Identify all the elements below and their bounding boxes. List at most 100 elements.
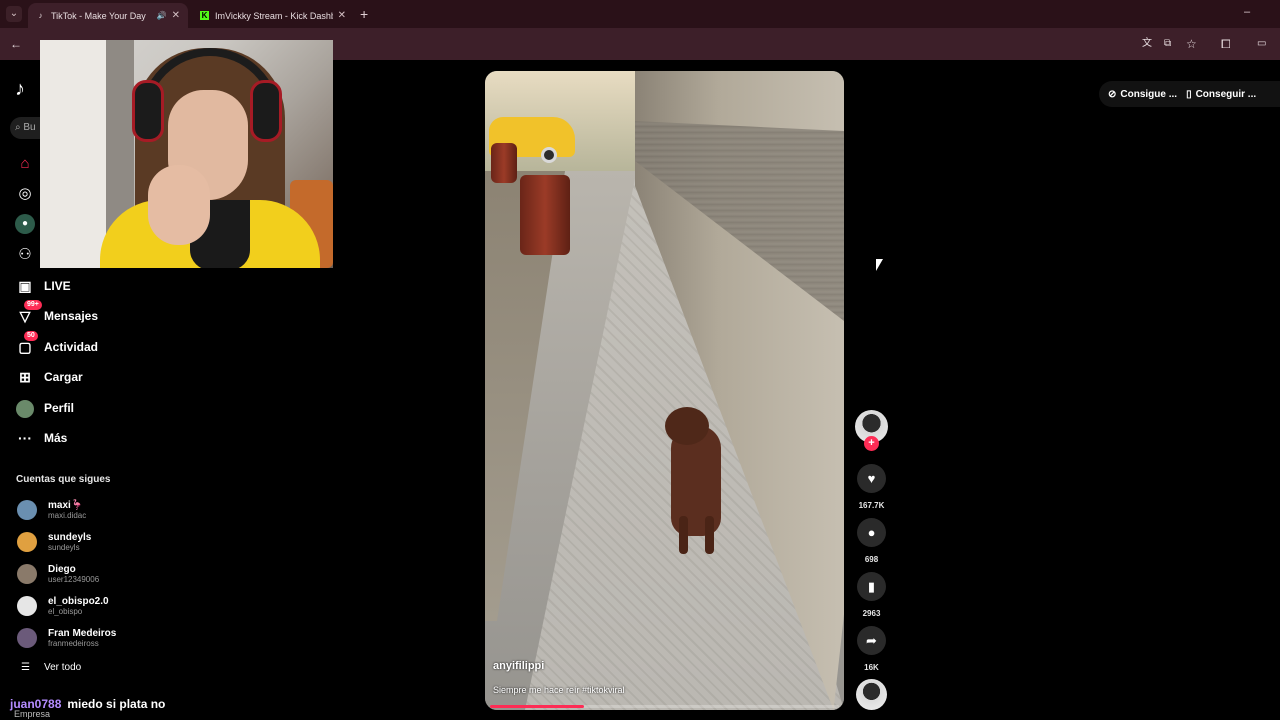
account-name: sundeyls xyxy=(48,531,92,543)
list-icon: ☰ xyxy=(21,662,30,673)
top-right-actions: ⊘ Consigue ... ▯ Conseguir ... xyxy=(1099,81,1280,107)
account-handle: el_obispo xyxy=(48,606,83,616)
home-icon[interactable]: ⌂ xyxy=(15,154,35,174)
mouse-cursor-icon xyxy=(876,259,883,271)
nav-messages[interactable]: ▽ 99+ Mensajes xyxy=(14,300,99,328)
tiktok-logo-icon[interactable]: ♪ xyxy=(15,78,25,101)
coin-icon: ⊘ xyxy=(1108,88,1117,100)
tab-tiktok[interactable]: ♪ TikTok - Make Your Day 🔊 ✕ xyxy=(28,3,188,28)
get-app-label: Conseguir ... xyxy=(1195,88,1257,100)
share-count: 16K xyxy=(864,663,879,672)
account-handle: sundeyls xyxy=(48,542,80,552)
get-coins-button[interactable]: ⊘ Consigue ... xyxy=(1108,89,1177,100)
heart-icon: ♥ xyxy=(867,471,876,486)
account-handle: franmedeiross xyxy=(48,638,99,648)
following-icon[interactable]: ● xyxy=(15,214,35,234)
friends-icon[interactable]: ⚇ xyxy=(15,245,35,265)
install-app-icon[interactable]: ⧉ xyxy=(1164,36,1171,52)
avatar xyxy=(17,564,37,584)
audio-icon[interactable]: 🔊 xyxy=(157,11,167,20)
get-coins-label: Consigue ... xyxy=(1120,88,1178,100)
following-heading: Cuentas que sigues xyxy=(16,474,111,485)
messages-badge: 99+ xyxy=(24,300,42,310)
video-caption: Siempre me hace reír #tiktokviral xyxy=(493,685,625,695)
following-account[interactable]: Diego user12349006 xyxy=(17,561,99,587)
video-progress-bar[interactable] xyxy=(490,705,839,708)
bookmark-star-icon[interactable]: ☆ xyxy=(1186,36,1197,52)
nav-upload[interactable]: ⊞ Cargar xyxy=(14,365,83,389)
like-count: 167.7K xyxy=(858,501,885,510)
chat-text: miedo si plata no xyxy=(67,697,166,711)
phone-icon: ▯ xyxy=(1186,88,1192,100)
live-icon: ▣ xyxy=(18,278,32,294)
nav-label: Mensajes xyxy=(44,309,99,323)
more-icon: ··· xyxy=(18,430,32,446)
back-icon[interactable]: ← xyxy=(10,36,22,52)
chat-subtext: Empresa xyxy=(14,709,51,719)
tab-title: ImVickky Stream - Kick Dashbo xyxy=(215,10,333,21)
minimize-button[interactable]: – xyxy=(1244,6,1250,18)
nav-label: Actividad xyxy=(44,340,99,354)
nav-more[interactable]: ··· Más xyxy=(14,426,67,450)
comment-count: 698 xyxy=(864,555,879,564)
tab-title: TikTok - Make Your Day xyxy=(51,10,146,21)
avatar xyxy=(17,532,37,552)
explore-icon[interactable]: ◎ xyxy=(15,184,35,204)
nav-activity[interactable]: ▢ 50 Actividad xyxy=(14,331,99,359)
messages-icon: ▽ 99+ xyxy=(14,300,42,326)
kick-favicon-icon: K xyxy=(200,11,209,20)
account-name: Diego xyxy=(48,563,76,575)
follow-plus-icon[interactable]: + xyxy=(864,436,879,451)
account-name: maxi🦩 xyxy=(48,499,84,511)
tab-search-icon[interactable]: ⌄ xyxy=(6,6,22,22)
avatar xyxy=(17,628,37,648)
like-button[interactable]: ♥ xyxy=(857,464,886,493)
profile-icon xyxy=(14,398,36,419)
get-app-button[interactable]: ▯ Conseguir ... xyxy=(1186,89,1256,100)
video-author[interactable]: anyifilippi xyxy=(493,660,544,672)
video-player[interactable]: anyifilippi Siempre me hace reír #tiktok… xyxy=(485,71,844,710)
nav-live[interactable]: ▣ LIVE xyxy=(14,274,71,298)
webcam-overlay xyxy=(40,40,333,268)
nav-label: Más xyxy=(44,431,68,445)
nav-profile[interactable]: Perfil xyxy=(14,396,74,420)
account-name: el_obispo2.0 xyxy=(48,595,109,607)
search-input[interactable]: ⌕ Bu xyxy=(10,117,40,139)
close-tab-icon[interactable]: ✕ xyxy=(172,10,180,21)
account-handle: user12349006 xyxy=(48,574,100,584)
nav-label: Cargar xyxy=(44,370,83,384)
nav-label: LIVE xyxy=(44,279,71,293)
search-placeholder: Bu xyxy=(23,122,36,133)
share-button[interactable]: ➦ xyxy=(857,626,886,655)
activity-badge: 50 xyxy=(24,331,38,341)
sidebar-icon[interactable]: ▭ xyxy=(1257,36,1266,52)
following-account[interactable]: el_obispo2.0 el_obispo xyxy=(17,593,109,619)
activity-icon: ▢ 50 xyxy=(14,331,38,357)
comment-button[interactable]: ● xyxy=(857,518,886,547)
translate-icon[interactable]: 文 xyxy=(1142,36,1152,52)
following-account[interactable]: sundeyls sundeyls xyxy=(17,529,91,555)
avatar xyxy=(17,596,37,616)
following-account[interactable]: Fran Medeiros franmedeiross xyxy=(17,625,116,651)
see-all-button[interactable]: ☰ Ver todo xyxy=(21,662,81,673)
comment-icon: ● xyxy=(867,525,876,540)
following-account[interactable]: maxi🦩 maxi.didac xyxy=(17,497,86,523)
tab-kick[interactable]: K ImVickky Stream - Kick Dashbo ✕ xyxy=(192,3,354,28)
extensions-icon[interactable]: ⧠ xyxy=(1221,36,1231,52)
save-count: 2963 xyxy=(862,609,881,618)
browser-tab-bar: ⌄ ♪ TikTok - Make Your Day 🔊 ✕ K ImVickk… xyxy=(0,0,1280,28)
account-name: Fran Medeiros xyxy=(48,627,117,639)
tiktok-favicon-icon: ♪ xyxy=(38,11,43,20)
bookmark-icon: ▮ xyxy=(867,579,876,594)
account-handle: maxi.didac xyxy=(48,510,87,520)
upload-icon: ⊞ xyxy=(19,369,31,385)
video-progress-fill xyxy=(490,705,585,708)
new-tab-button[interactable]: + xyxy=(360,6,368,22)
avatar xyxy=(17,500,37,520)
see-all-label: Ver todo xyxy=(43,662,82,673)
sound-avatar[interactable] xyxy=(856,679,887,710)
share-icon: ➦ xyxy=(866,633,877,648)
close-tab-icon[interactable]: ✕ xyxy=(338,10,346,21)
save-button[interactable]: ▮ xyxy=(857,572,886,601)
nav-label: Perfil xyxy=(44,401,75,415)
